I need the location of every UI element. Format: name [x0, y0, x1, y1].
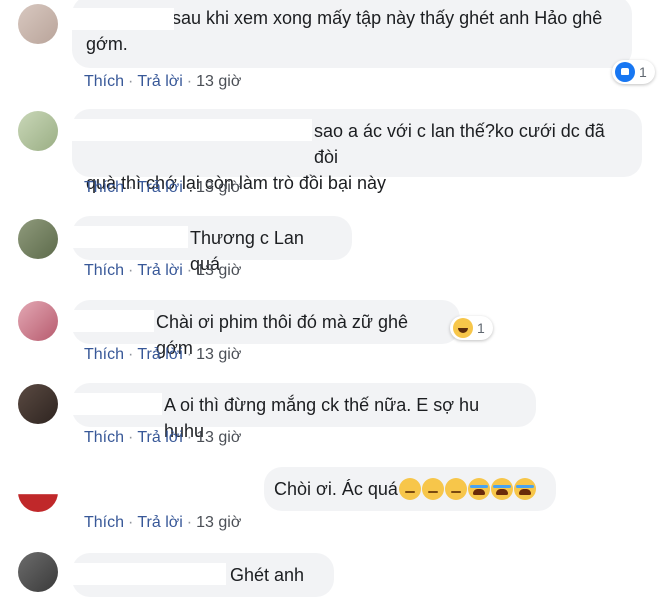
reaction-count: 1 [639, 64, 647, 80]
reaction-badge[interactable]: 1 [450, 316, 493, 340]
timestamp[interactable]: 13 giờ [196, 73, 241, 90]
comment-actions: Thích · Trả lời · 13 giờ [84, 179, 242, 196]
comment-bubble: Ghét anh [72, 553, 334, 597]
comment-actions: Thích · Trả lời · 13 giờ [84, 73, 242, 90]
avatar[interactable] [18, 4, 58, 44]
redacted-name [72, 393, 162, 415]
timestamp[interactable]: 13 giờ [196, 514, 241, 531]
comment-actions: Thích · Trả lời · 13 giờ [84, 346, 242, 363]
comment-bubble: Thương c Lan quá [72, 216, 352, 274]
reply-link[interactable]: Trả lời [137, 514, 182, 531]
pensive-emoji [398, 478, 421, 500]
comment-actions: Thích · Trả lời · 13 giờ [84, 429, 242, 446]
comment-text: sao a ác với c lan thế?ko cưới dc đã đòi [314, 121, 605, 167]
redacted-name [72, 226, 188, 248]
avatar[interactable] [18, 301, 58, 341]
comment-bubble: sau khi xem xong mấy tập này thấy ghét a… [72, 0, 632, 68]
comment-bubble: A oi thì đừng mắng ck thế nữa. E sợ hu h… [72, 383, 536, 441]
reply-link[interactable]: Trả lời [137, 346, 182, 363]
reply-link[interactable]: Trả lời [137, 179, 182, 196]
redacted-name [72, 310, 154, 332]
comment-bubble: sao a ác với c lan thế?ko cưới dc đã đòi… [72, 109, 642, 193]
pensive-emoji [444, 478, 467, 500]
like-icon [615, 62, 635, 82]
crying-emoji [467, 478, 490, 500]
pensive-emoji [421, 478, 444, 500]
comment-text: Ghét anh [230, 565, 305, 585]
comment-text: sau khi xem xong mấy tập này thấy ghét a… [172, 8, 603, 28]
like-link[interactable]: Thích [84, 514, 124, 531]
timestamp[interactable]: 13 giờ [196, 179, 241, 196]
like-link[interactable]: Thích [84, 262, 124, 279]
comment-text: gớm. [86, 34, 128, 54]
avatar[interactable] [18, 219, 58, 259]
comment-actions: Thích · Trả lời · 13 giờ [84, 262, 242, 279]
timestamp[interactable]: 13 giờ [196, 262, 241, 279]
like-link[interactable]: Thích [84, 346, 124, 363]
avatar[interactable] [18, 552, 58, 592]
comment-actions: Thích · Trả lời · 13 giờ [84, 514, 242, 531]
haha-icon [453, 318, 473, 338]
comment-bubble: Chài ơi phim thôi đó mà zữ ghê gớm [72, 300, 460, 358]
timestamp[interactable]: 13 giờ [196, 429, 241, 446]
avatar[interactable] [18, 111, 58, 151]
reply-link[interactable]: Trả lời [137, 262, 182, 279]
like-link[interactable]: Thích [84, 73, 124, 90]
reaction-count: 1 [477, 320, 485, 336]
avatar[interactable] [18, 472, 58, 512]
reaction-badge[interactable]: 1 [612, 60, 655, 84]
timestamp[interactable]: 13 giờ [196, 346, 241, 363]
comment-text: Chòi ơi. Ác quá [274, 479, 398, 499]
comment-bubble: Chòi ơi. Ác quá [264, 467, 556, 511]
crying-emoji [490, 478, 513, 500]
like-link[interactable]: Thích [84, 179, 124, 196]
like-link[interactable]: Thích [84, 429, 124, 446]
reply-link[interactable]: Trả lời [137, 73, 182, 90]
redacted-name [72, 8, 174, 30]
avatar[interactable] [18, 384, 58, 424]
redacted-name [72, 119, 312, 141]
reply-link[interactable]: Trả lời [137, 429, 182, 446]
crying-emoji [513, 478, 536, 500]
